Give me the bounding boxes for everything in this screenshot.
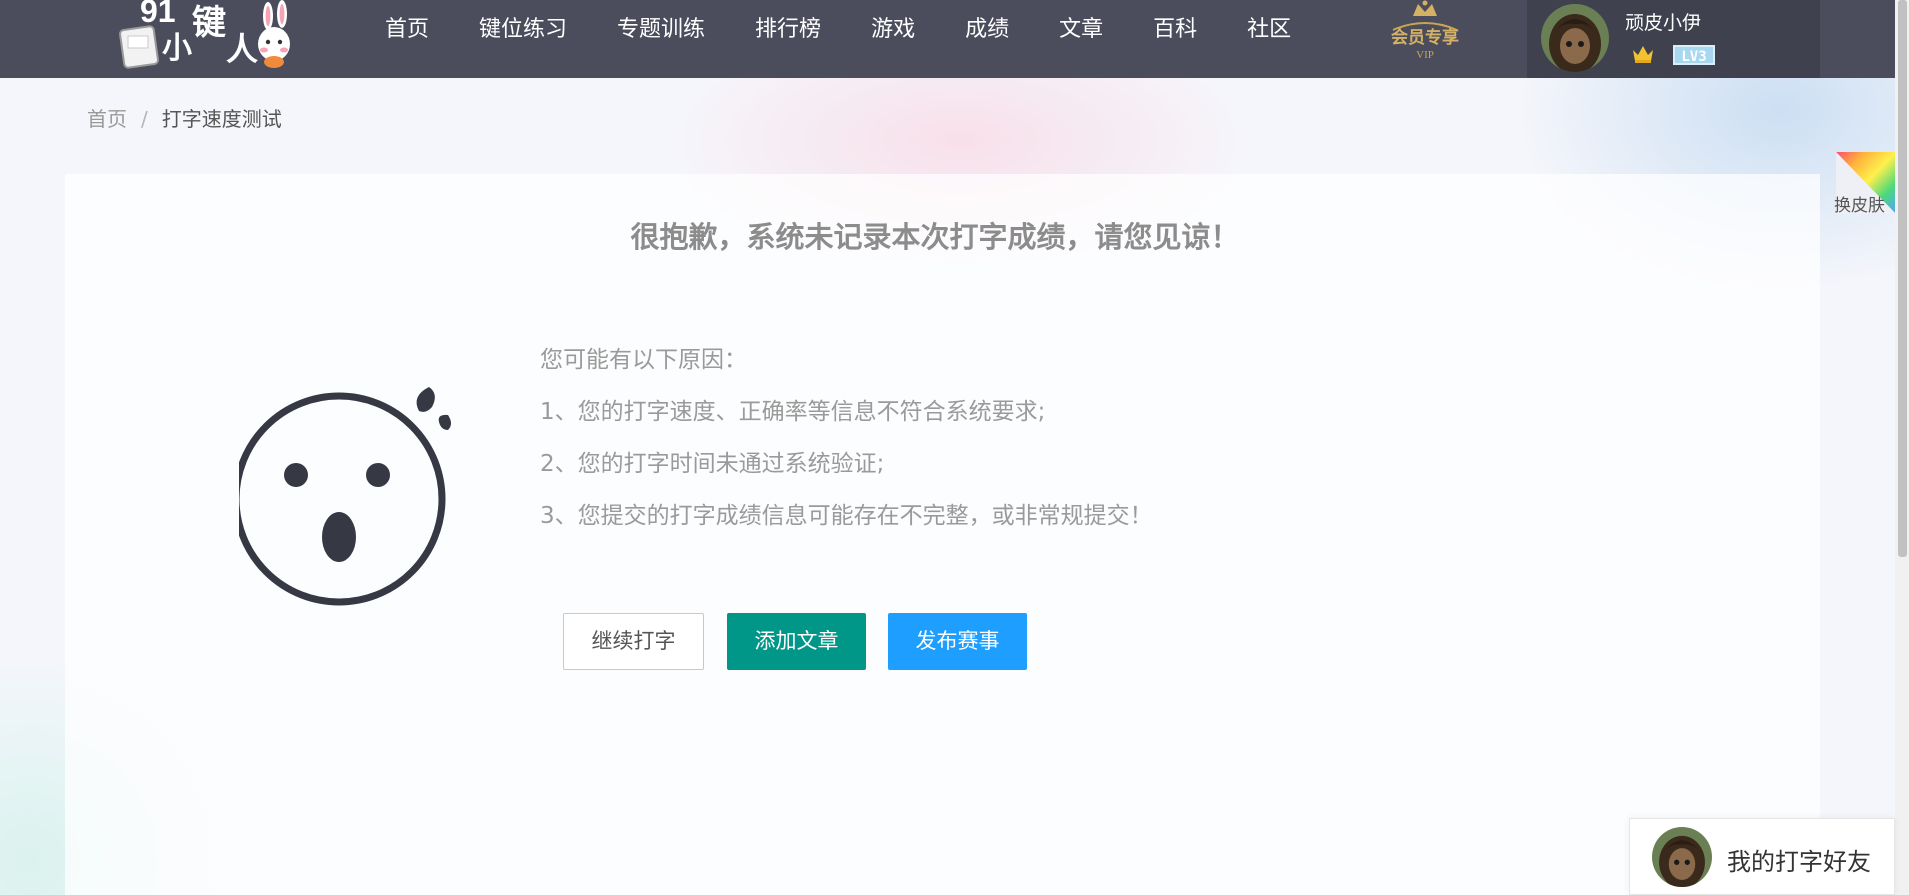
vip-member-badge[interactable]: 会员专享 VIP xyxy=(1385,0,1465,64)
surprised-face-icon xyxy=(239,387,451,606)
svg-text:人: 人 xyxy=(226,30,258,68)
nav-articles[interactable]: 文章 xyxy=(1034,0,1128,62)
breadcrumb-home[interactable]: 首页 xyxy=(87,107,127,131)
nav-scores[interactable]: 成绩 xyxy=(940,0,1034,62)
vip-sublabel: VIP xyxy=(1416,49,1434,61)
nav-games[interactable]: 游戏 xyxy=(846,0,940,62)
reasons-list: 您可能有以下原因： 1、您的打字速度、正确率等信息不符合系统要求; 2、您的打字… xyxy=(540,334,1153,542)
add-article-button[interactable]: 添加文章 xyxy=(727,613,866,670)
nav-community[interactable]: 社区 xyxy=(1222,0,1316,62)
avatar[interactable] xyxy=(1541,4,1609,72)
nav-key-practice[interactable]: 键位练习 xyxy=(454,0,592,62)
avatar xyxy=(1652,827,1712,887)
breadcrumb-separator: / xyxy=(141,107,148,131)
vip-label: 会员专享 xyxy=(1391,27,1459,48)
breadcrumb: 首页 / 打字速度测试 xyxy=(87,103,282,132)
nav-home[interactable]: 首页 xyxy=(360,0,454,62)
reason-item: 1、您的打字速度、正确率等信息不符合系统要求; xyxy=(540,399,1046,425)
level-badge: LV3 xyxy=(1673,45,1715,65)
top-navigation-bar: 91 小 键 人 首页 键位练习 专题训练 排行榜 游戏 成绩 文章 百科 社区… xyxy=(0,0,1895,78)
username[interactable]: 顽皮小伊 xyxy=(1625,8,1701,35)
main-nav: 首页 键位练习 专题训练 排行榜 游戏 成绩 文章 百科 社区 xyxy=(360,0,1316,62)
crown-icon xyxy=(1633,46,1653,63)
svg-text:键: 键 xyxy=(192,3,226,43)
svg-text:91: 91 xyxy=(140,0,176,29)
svg-text:小: 小 xyxy=(162,31,192,66)
scrollbar-thumb[interactable] xyxy=(1898,0,1907,557)
reasons-title: 您可能有以下原因： xyxy=(540,347,747,373)
nav-topic-training[interactable]: 专题训练 xyxy=(592,0,730,62)
result-card: 很抱歉，系统未记录本次打字成绩，请您见谅！ 您可能有以下原因： 1、您的打字速度… xyxy=(65,174,1820,895)
reason-item: 2、您的打字时间未通过系统验证; xyxy=(540,451,885,477)
reason-item: 3、您提交的打字成绩信息可能存在不完整，或非常规提交！ xyxy=(540,503,1153,529)
site-logo[interactable]: 91 小 键 人 xyxy=(118,0,303,72)
typing-friends-widget[interactable]: 我的打字好友 xyxy=(1629,818,1895,895)
skin-switch-label[interactable]: 换皮肤 xyxy=(1834,191,1885,216)
friends-label: 我的打字好友 xyxy=(1727,848,1871,876)
nav-leaderboard[interactable]: 排行榜 xyxy=(730,0,846,62)
continue-typing-button[interactable]: 继续打字 xyxy=(563,613,704,670)
page-title: 很抱歉，系统未记录本次打字成绩，请您见谅！ xyxy=(630,220,1240,254)
user-panel[interactable]: 顽皮小伊 LV3 xyxy=(1527,0,1820,78)
breadcrumb-current: 打字速度测试 xyxy=(161,107,282,131)
nav-wiki[interactable]: 百科 xyxy=(1128,0,1222,62)
publish-match-button[interactable]: 发布赛事 xyxy=(888,613,1027,670)
